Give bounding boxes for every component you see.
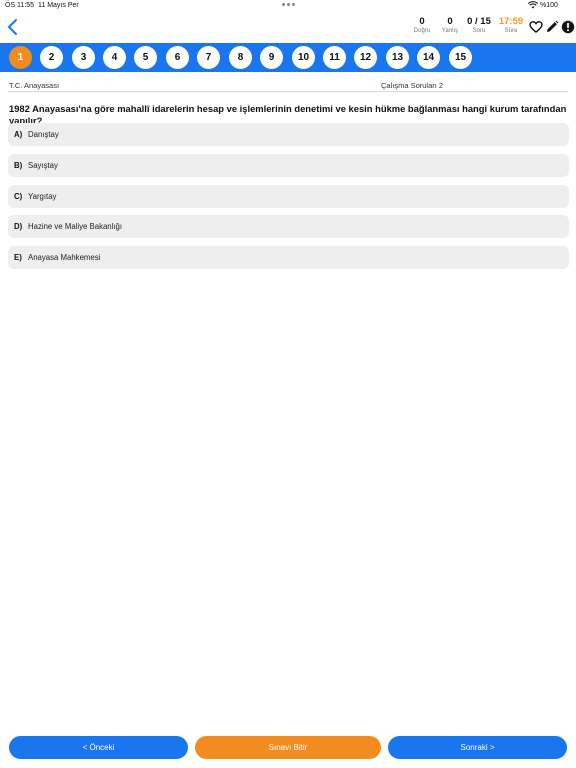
question-nav-6[interactable]: 6 bbox=[166, 46, 189, 69]
stat-wrong-value: 0 bbox=[447, 16, 453, 27]
pencil-icon[interactable] bbox=[545, 20, 559, 34]
option-e[interactable]: E) Anayasa Mahkemesi bbox=[8, 246, 569, 269]
report-alert-icon[interactable] bbox=[561, 20, 575, 34]
wifi-icon bbox=[528, 1, 538, 9]
question-nav-13[interactable]: 13 bbox=[386, 46, 409, 69]
option-letter: D) bbox=[14, 222, 23, 231]
previous-button[interactable]: < Önceki bbox=[9, 736, 188, 759]
question-nav-11[interactable]: 11 bbox=[323, 46, 346, 69]
question-nav-2[interactable]: 2 bbox=[40, 46, 63, 69]
stat-timer: 17:59 Süre bbox=[496, 16, 526, 35]
question-nav-10[interactable]: 10 bbox=[292, 46, 315, 69]
question-nav-3[interactable]: 3 bbox=[72, 46, 95, 69]
back-chevron-icon[interactable] bbox=[6, 18, 20, 36]
question-nav-4[interactable]: 4 bbox=[103, 46, 126, 69]
heart-icon[interactable] bbox=[529, 20, 543, 34]
status-bar: ÖS 11:55 11 Mayıs Per %100 bbox=[0, 0, 576, 12]
finish-exam-button[interactable]: Sınavı Bitir bbox=[195, 736, 381, 759]
stat-wrong: 0 Yanlış bbox=[435, 16, 465, 35]
status-time: ÖS 11:55 bbox=[5, 2, 35, 9]
option-a[interactable]: A) Danıştay bbox=[8, 123, 569, 146]
stat-question-count: 0 / 15 Soru bbox=[464, 16, 494, 35]
option-text: Danıştay bbox=[28, 130, 59, 139]
option-d[interactable]: D) Hazine ve Maliye Bakanlığı bbox=[8, 215, 569, 238]
stat-question-value: 0 / 15 bbox=[467, 16, 491, 27]
status-date: 11 Mayıs Per bbox=[38, 2, 79, 9]
timer-value: 17:59 bbox=[498, 16, 524, 27]
question-nav-14[interactable]: 14 bbox=[417, 46, 440, 69]
next-button[interactable]: Sonraki > bbox=[388, 736, 567, 759]
subject-label: T.C. Anayasası bbox=[9, 81, 60, 90]
question-nav-8[interactable]: 8 bbox=[229, 46, 252, 69]
top-toolbar: 0 Doğru 0 Yanlış 0 / 15 Soru 17:59 Süre bbox=[0, 12, 576, 43]
stat-correct-value: 0 bbox=[419, 16, 425, 27]
question-nav-1[interactable]: 1 bbox=[9, 46, 32, 69]
question-nav-strip: 1 2 3 4 5 6 7 8 9 10 11 12 13 14 15 bbox=[0, 43, 576, 72]
question-nav-12[interactable]: 12 bbox=[354, 46, 377, 69]
question-nav-5[interactable]: 5 bbox=[134, 46, 157, 69]
question-nav-7[interactable]: 7 bbox=[197, 46, 220, 69]
option-b[interactable]: B) Sayıştay bbox=[8, 154, 569, 177]
stat-correct-label: Doğru bbox=[413, 28, 431, 34]
option-letter: B) bbox=[14, 161, 23, 170]
question-info-row: T.C. Anayasası Çalışma Soruları 2 bbox=[8, 78, 568, 92]
option-text: Hazine ve Maliye Bakanlığı bbox=[28, 222, 123, 231]
timer-label: Süre bbox=[504, 28, 518, 34]
option-text: Anayasa Mahkemesi bbox=[28, 253, 101, 262]
option-letter: C) bbox=[14, 192, 23, 201]
quiz-screen: ÖS 11:55 11 Mayıs Per %100 0 Doğru 0 Yan… bbox=[0, 0, 576, 768]
question-set-label: Çalışma Soruları 2 bbox=[381, 81, 444, 90]
option-c[interactable]: C) Yargıtay bbox=[8, 185, 569, 208]
option-text: Sayıştay bbox=[28, 161, 58, 170]
multitask-dots-icon[interactable] bbox=[282, 3, 295, 6]
option-letter: A) bbox=[14, 130, 23, 139]
stat-wrong-label: Yanlış bbox=[441, 28, 459, 34]
stat-correct: 0 Doğru bbox=[407, 16, 437, 35]
option-text: Yargıtay bbox=[28, 192, 57, 201]
option-letter: E) bbox=[14, 253, 22, 262]
battery-level: %100 bbox=[540, 2, 558, 9]
question-nav-15[interactable]: 15 bbox=[449, 46, 472, 69]
question-nav-9[interactable]: 9 bbox=[260, 46, 283, 69]
stat-question-label: Soru bbox=[472, 28, 486, 34]
